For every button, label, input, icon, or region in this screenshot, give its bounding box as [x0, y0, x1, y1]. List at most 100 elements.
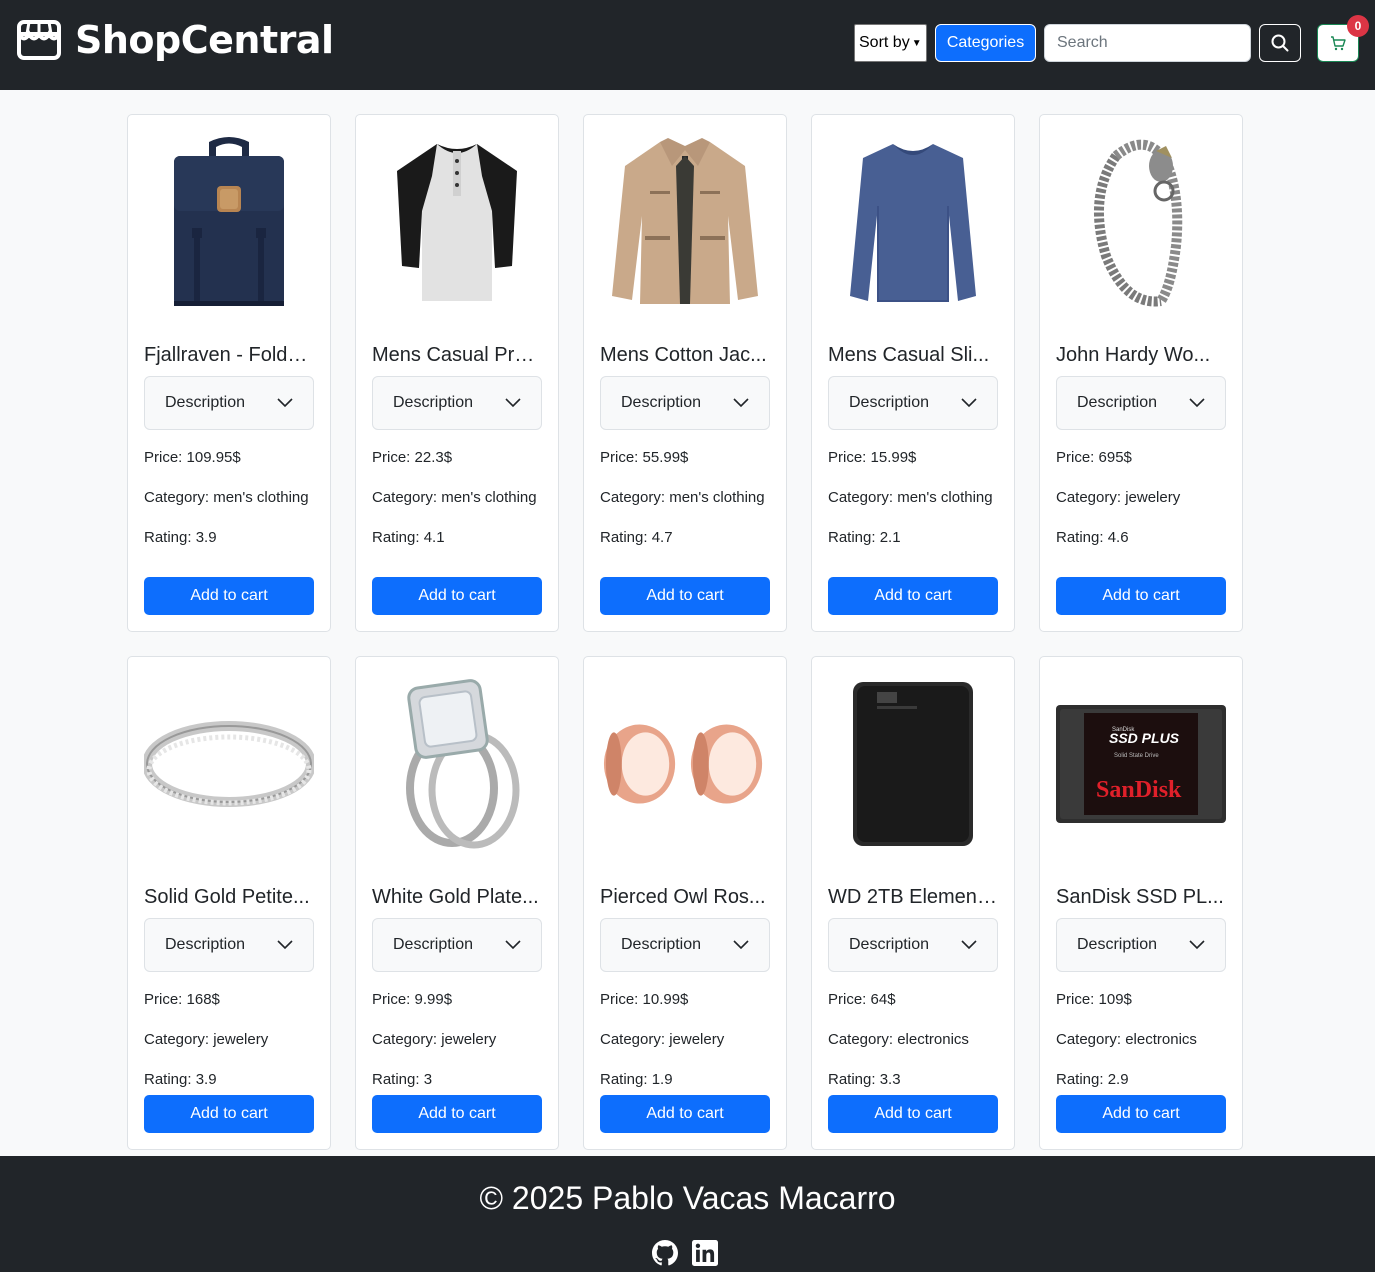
description-toggle[interactable]: Description	[600, 918, 770, 972]
product-image	[372, 673, 542, 855]
search-button[interactable]	[1259, 24, 1301, 62]
product-category: Category: jewelery	[600, 1031, 725, 1048]
add-to-cart-button[interactable]: Add to cart	[144, 577, 314, 615]
product-rating: Rating: 3.9	[144, 529, 217, 546]
description-toggle[interactable]: Description	[828, 918, 998, 972]
add-to-cart-button[interactable]: Add to cart	[1056, 1095, 1226, 1133]
description-label: Description	[165, 394, 246, 411]
chevron-down-icon	[505, 398, 521, 408]
product-price: Price: 9.99$	[372, 991, 453, 1008]
product-grid: Fjallraven - Folds... Description Price: 1…	[127, 114, 1243, 1150]
search-icon	[1271, 34, 1289, 52]
description-toggle[interactable]: Description	[372, 918, 542, 972]
product-price: Price: 10.99$	[600, 991, 689, 1008]
description-toggle[interactable]: Description	[144, 918, 314, 972]
chevron-down-icon	[1189, 398, 1205, 408]
chevron-down-icon	[277, 398, 293, 408]
product-info: Price: 168$ Category: jewelery Rating: 3.9	[144, 988, 314, 1108]
description-toggle[interactable]: Description	[828, 376, 998, 430]
product-image: SanDisk SSD PLUS Solid State Drive SanDisk	[1056, 673, 1226, 855]
categories-button[interactable]: Categories	[935, 24, 1036, 62]
description-label: Description	[1077, 936, 1158, 953]
product-price: Price: 109$	[1056, 991, 1132, 1008]
add-to-cart-button[interactable]: Add to cart	[144, 1095, 314, 1133]
sort-select[interactable]: Sort by ▼	[854, 24, 927, 62]
product-info: Price: 55.99$ Category: men's clothing Rat…	[600, 446, 770, 566]
product-card: SanDisk SSD PLUS Solid State Drive SanDisk S…	[1039, 656, 1243, 1150]
description-toggle[interactable]: Description	[1056, 376, 1226, 430]
product-title: Mens Casual Sli...	[828, 344, 990, 366]
product-price: Price: 15.99$	[828, 449, 917, 466]
chevron-down-icon	[277, 940, 293, 950]
product-card: Fjallraven - Folds... Description Price: 1…	[127, 114, 331, 632]
product-category: Category: electronics	[1056, 1031, 1197, 1048]
product-image	[828, 131, 998, 313]
product-price: Price: 22.3$	[372, 449, 453, 466]
product-category: Category: men's clothing	[600, 489, 765, 506]
add-to-cart-button[interactable]: Add to cart	[1056, 577, 1226, 615]
product-rating: Rating: 3	[372, 1071, 433, 1088]
product-card: Pierced Owl Ros... Description Price: 10.9…	[583, 656, 787, 1150]
product-rating: Rating: 2.1	[828, 529, 901, 546]
product-image	[144, 131, 314, 313]
product-title: SanDisk SSD PL...	[1056, 886, 1224, 908]
description-label: Description	[621, 394, 702, 411]
chevron-down-icon: ▼	[911, 37, 922, 49]
description-toggle[interactable]: Description	[1056, 918, 1226, 972]
product-card: John Hardy Wo... Description Price: 695$ Ca…	[1039, 114, 1243, 632]
product-rating: Rating: 4.1	[372, 529, 445, 546]
product-price: Price: 55.99$	[600, 449, 689, 466]
search-input[interactable]	[1044, 24, 1251, 62]
product-info: Price: 10.99$ Category: jewelery Rating: 1…	[600, 988, 770, 1108]
add-to-cart-button[interactable]: Add to cart	[828, 1095, 998, 1133]
add-to-cart-button[interactable]: Add to cart	[372, 1095, 542, 1133]
ssd-product-name: SSD PLUS	[1109, 730, 1180, 746]
product-info: Price: 109.95$ Category: men's clothing Ra…	[144, 446, 314, 566]
product-price: Price: 64$	[828, 991, 896, 1008]
description-toggle[interactable]: Description	[600, 376, 770, 430]
product-category: Category: jewelery	[144, 1031, 269, 1048]
product-card: Solid Gold Petite... Description Price: 16…	[127, 656, 331, 1150]
product-title: Mens Cotton Jac...	[600, 344, 767, 366]
product-title: WD 2TB Element...	[828, 886, 998, 908]
product-rating: Rating: 3.9	[144, 1071, 217, 1088]
product-rating: Rating: 2.9	[1056, 1071, 1129, 1088]
linkedin-icon[interactable]	[692, 1240, 718, 1266]
add-to-cart-button[interactable]: Add to cart	[372, 577, 542, 615]
product-info: Price: 109$ Category: electronics Rating: …	[1056, 988, 1226, 1108]
product-image	[1056, 131, 1226, 313]
product-rating: Rating: 4.6	[1056, 529, 1129, 546]
chevron-down-icon	[961, 940, 977, 950]
add-to-cart-button[interactable]: Add to cart	[828, 577, 998, 615]
description-label: Description	[849, 394, 930, 411]
product-title: Fjallraven - Folds...	[144, 344, 314, 366]
product-category: Category: electronics	[828, 1031, 969, 1048]
description-toggle[interactable]: Description	[372, 376, 542, 430]
description-label: Description	[1077, 394, 1158, 411]
navbar: ShopCentral Sort by ▼ Categories 0	[0, 0, 1375, 90]
description-label: Description	[165, 936, 246, 953]
product-image	[600, 131, 770, 313]
product-category: Category: men's clothing	[828, 489, 993, 506]
description-label: Description	[849, 936, 930, 953]
footer-copyright: © 2025 Pablo Vacas Macarro	[479, 1180, 896, 1216]
product-rating: Rating: 4.7	[600, 529, 673, 546]
brand-link[interactable]: ShopCentral	[16, 18, 334, 62]
sort-label: Sort by	[859, 34, 910, 51]
footer: © 2025 Pablo Vacas Macarro	[0, 1156, 1375, 1272]
chevron-down-icon	[733, 398, 749, 408]
add-to-cart-button[interactable]: Add to cart	[600, 577, 770, 615]
product-price: Price: 109.95$	[144, 449, 241, 466]
product-card: White Gold Plate... Description Price: 9.9…	[355, 656, 559, 1150]
product-info: Price: 9.99$ Category: jewelery Rating: 3	[372, 988, 542, 1108]
github-icon[interactable]	[652, 1240, 678, 1266]
ssd-subtitle: Solid State Drive	[1114, 753, 1159, 759]
product-info: Price: 15.99$ Category: men's clothing Rat…	[828, 446, 998, 566]
product-image	[600, 673, 770, 855]
product-category: Category: jewelery	[1056, 489, 1181, 506]
add-to-cart-button[interactable]: Add to cart	[600, 1095, 770, 1133]
product-card: Mens Casual Pre... Description Price: 22.3…	[355, 114, 559, 632]
product-category: Category: men's clothing	[144, 489, 309, 506]
product-image	[828, 673, 998, 855]
description-toggle[interactable]: Description	[144, 376, 314, 430]
